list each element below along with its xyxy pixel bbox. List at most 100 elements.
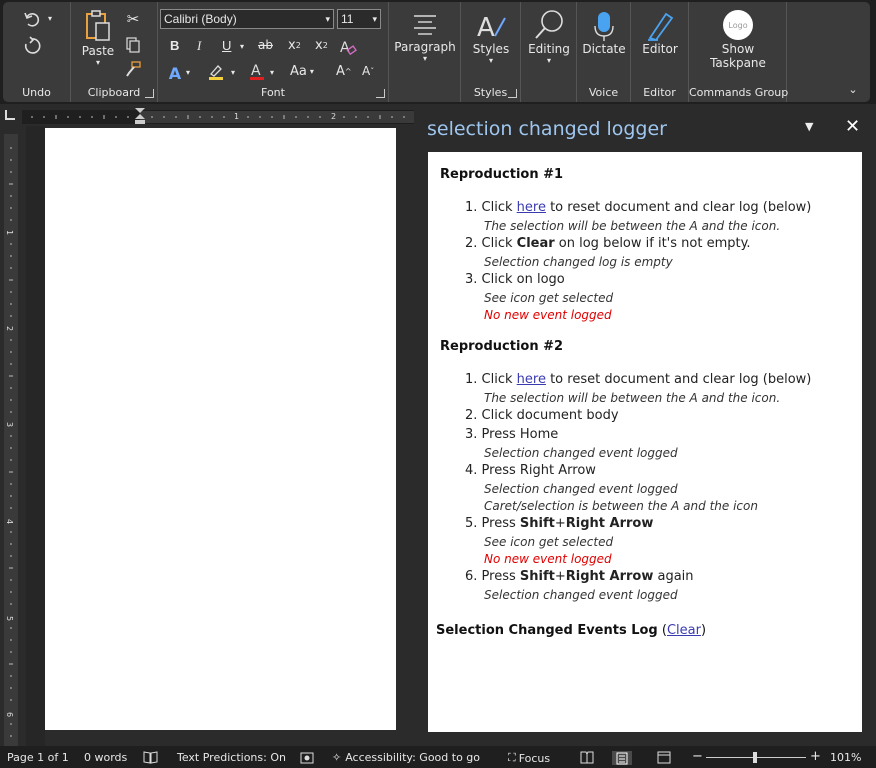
cut-icon[interactable]: ✂ — [124, 10, 142, 28]
read-mode-icon[interactable] — [580, 751, 594, 764]
styles-dropdown-icon[interactable]: ▾ — [489, 56, 493, 65]
focus-icon: ⛶ — [508, 751, 516, 764]
text-effects-icon[interactable]: A — [166, 64, 184, 83]
show-taskpane-label-2: Taskpane — [710, 56, 766, 70]
styles-label: Styles — [472, 42, 510, 56]
font-size-value: 11 — [341, 12, 354, 26]
taskpane-menu-icon[interactable]: ▼ — [805, 120, 813, 133]
format-painter-icon[interactable] — [124, 60, 142, 78]
dictate-button[interactable]: Dictate — [579, 10, 629, 56]
repro1-note-2: Selection changed log is empty — [484, 255, 673, 269]
svg-text:A: A — [477, 13, 495, 42]
dictate-label: Dictate — [582, 42, 626, 56]
repro2-step-5: 5. Press Shift+Right Arrow — [465, 516, 653, 531]
word-count[interactable]: 0 words — [84, 751, 127, 764]
page-gutter — [26, 126, 45, 746]
text-predictions-status[interactable]: Text Predictions: On — [177, 751, 286, 764]
styles-button[interactable]: A Styles ▾ — [467, 10, 515, 65]
ruler-number: 1 — [234, 112, 240, 121]
change-case-button[interactable]: Aa ▾ — [290, 64, 314, 79]
log-title: Selection Changed Events Log (Clear) — [436, 623, 706, 638]
underline-dropdown-icon[interactable]: ▾ — [240, 42, 244, 51]
focus-button[interactable]: ⛶ Focus — [508, 751, 550, 765]
web-layout-icon[interactable] — [657, 751, 671, 764]
reset-link[interactable]: here — [517, 200, 546, 215]
document-page[interactable] — [45, 128, 396, 730]
font-name-select[interactable]: Calibri (Body) ▾ — [160, 9, 334, 29]
page-count[interactable]: Page 1 of 1 — [7, 751, 69, 764]
step-text: again — [653, 569, 694, 584]
ribbon-collapse-chevron-icon[interactable]: ⌄ — [846, 82, 860, 96]
repro2-note-5a: See icon get selected — [484, 535, 614, 549]
svg-text:A: A — [251, 63, 261, 79]
change-case-dropdown-icon[interactable]: ▾ — [310, 67, 314, 76]
redo-icon[interactable] — [21, 35, 43, 57]
shrink-font-button[interactable]: Aˇ — [362, 64, 374, 78]
highlight-icon[interactable] — [206, 62, 226, 82]
editor-group-label: Editor — [643, 86, 676, 99]
repro2-note-4b: Caret/selection is between the A and the… — [484, 499, 758, 513]
focus-label: Focus — [518, 751, 551, 765]
proofing-book-icon[interactable] — [143, 751, 158, 764]
font-color-icon[interactable]: A — [248, 62, 266, 82]
clear-log-link[interactable]: Clear — [667, 623, 701, 638]
editing-dropdown-icon[interactable]: ▾ — [547, 56, 551, 65]
subscript-button[interactable]: x2 — [288, 38, 301, 53]
italic-button[interactable]: I — [197, 38, 201, 54]
font-size-dropdown-icon[interactable]: ▾ — [372, 10, 377, 28]
zoom-slider-thumb[interactable] — [753, 752, 757, 763]
step-text: Press — [481, 569, 520, 584]
clipboard-launcher-icon[interactable] — [145, 89, 154, 98]
paste-icon — [86, 10, 110, 41]
grow-font-button[interactable]: A ^ — [336, 64, 352, 79]
key-right-arrow: Right Arrow — [565, 569, 654, 584]
zoom-out-button[interactable]: − — [692, 749, 703, 764]
font-color-dropdown-icon[interactable]: ▾ — [270, 68, 274, 77]
print-layout-icon[interactable] — [612, 751, 632, 765]
font-name-value: Calibri (Body) — [164, 12, 237, 26]
vertical-ruler[interactable]: 1 2 3 4 5 6 — [4, 134, 18, 746]
paragraph-button[interactable]: Paragraph ▾ — [393, 12, 457, 63]
editor-button[interactable]: Editor — [635, 10, 685, 56]
font-name-dropdown-icon[interactable]: ▾ — [325, 10, 330, 28]
shrink-font-label: A — [362, 64, 371, 78]
paragraph-group: Paragraph ▾ — [389, 2, 461, 102]
bold-button[interactable]: B — [170, 38, 179, 53]
paste-button[interactable]: Paste ▾ — [81, 10, 115, 67]
repro2-note-5b: No new event logged — [484, 552, 612, 566]
undo-group: ▾ Undo — [3, 2, 71, 102]
styles-launcher-icon[interactable] — [508, 89, 517, 98]
paste-dropdown-icon[interactable]: ▾ — [96, 58, 100, 67]
highlight-dropdown-icon[interactable]: ▾ — [231, 68, 235, 77]
ribbon: ▾ Undo Paste ▾ ✂ Clipboard Calibri (Body… — [0, 0, 876, 104]
zoom-in-button[interactable]: + — [810, 749, 821, 764]
paragraph-icon — [414, 15, 436, 35]
font-size-select[interactable]: 11 ▾ — [337, 9, 381, 29]
font-launcher-icon[interactable] — [376, 89, 385, 98]
copy-icon[interactable] — [124, 36, 142, 54]
editor-pen-icon — [648, 12, 674, 42]
strikethrough-button[interactable]: ab — [258, 38, 273, 52]
zoom-level[interactable]: 101% — [830, 751, 861, 764]
underline-button[interactable]: U — [222, 38, 231, 53]
repro2-note-6: Selection changed event logged — [484, 588, 678, 602]
undo-icon[interactable] — [21, 8, 43, 30]
superscript-button[interactable]: x2 — [315, 38, 328, 53]
step-number: 3. — [465, 427, 478, 442]
repro2-note-1: The selection will be between the A and … — [484, 391, 781, 405]
ruler-ticks — [31, 115, 405, 119]
text-effects-dropdown-icon[interactable]: ▾ — [186, 68, 190, 77]
paragraph-dropdown-icon[interactable]: ▾ — [423, 54, 427, 63]
indent-marker-icon[interactable] — [135, 108, 145, 124]
accessibility-status[interactable]: ✧ Accessibility: Good to go — [332, 751, 480, 764]
undo-dropdown-icon[interactable]: ▾ — [45, 12, 55, 24]
editing-button[interactable]: Editing ▾ — [523, 8, 575, 65]
tab-stop-selector-icon[interactable] — [5, 110, 15, 120]
close-icon[interactable]: ✕ — [845, 116, 860, 137]
clear-formatting-icon[interactable]: A — [339, 38, 357, 56]
horizontal-ruler[interactable]: 1 2 — [22, 108, 414, 124]
repro1-step-2: 2. Click Clear on log below if it's not … — [465, 236, 751, 251]
reset-link[interactable]: here — [517, 372, 546, 387]
show-taskpane-button[interactable]: Logo Show Taskpane — [703, 10, 773, 70]
macro-record-icon[interactable] — [300, 751, 315, 764]
